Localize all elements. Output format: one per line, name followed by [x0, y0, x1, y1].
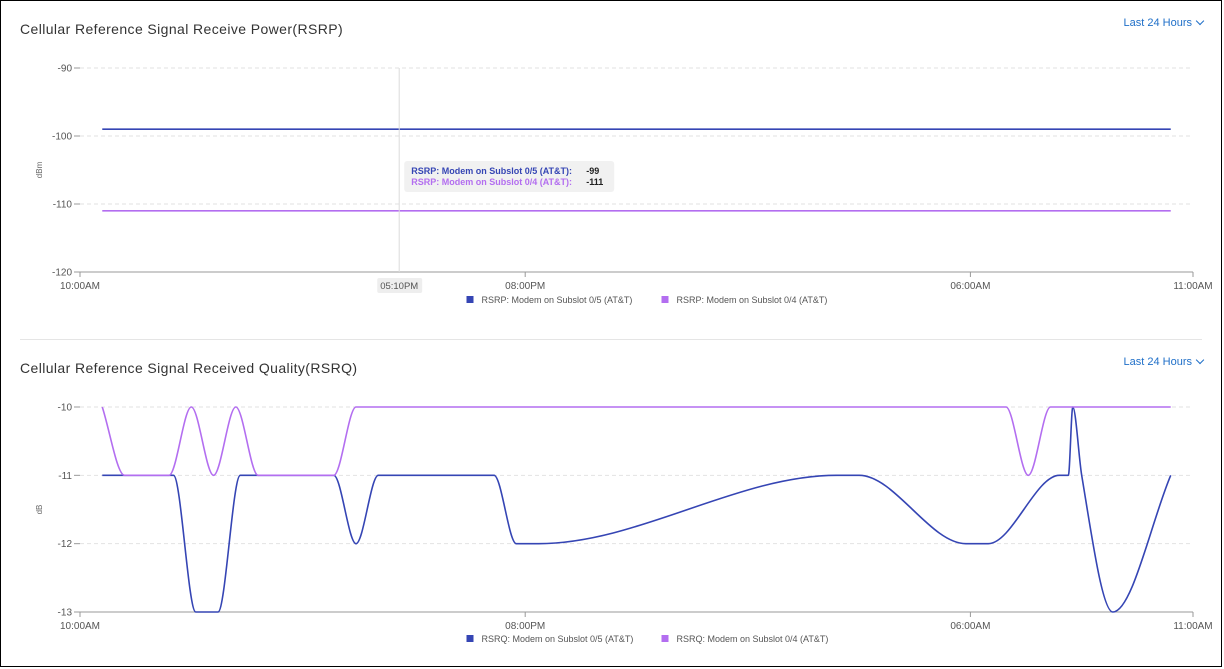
- rsrp-y-tick-label: -100: [52, 132, 72, 143]
- rsrq-series-line-2: [101, 406, 1171, 477]
- rsrq-x-tick-label: 08:00PM: [505, 621, 545, 632]
- rsrp-x-tick-label: 08:00PM: [505, 281, 545, 292]
- rsrq-legend-swatch: [466, 635, 474, 642]
- rsrp-panel: Cellular Reference Signal Receive Power(…: [1, 1, 1223, 339]
- rsrp-y-tick-label: -110: [53, 200, 73, 211]
- rsrp-legend-swatch: [661, 296, 669, 303]
- rsrq-y-tick-label: -10: [58, 403, 73, 414]
- rsrp-x-tick-label: 06:00AM: [950, 281, 990, 292]
- rsrp-tooltip-label: RSRP: Modem on Subslot 0/4 (AT&T):: [411, 177, 572, 187]
- rsrq-legend-label: RSRQ: Modem on Subslot 0/4 (AT&T): [677, 634, 829, 644]
- rsrq-panel: Cellular Reference Signal Received Quali…: [1, 340, 1223, 668]
- rsrq-y-axis-title: dB: [35, 505, 44, 515]
- rsrq-legend-label: RSRQ: Modem on Subslot 0/5 (AT&T): [482, 634, 634, 644]
- rsrq-legend-swatch: [661, 635, 669, 642]
- rsrq-y-tick-label: -12: [58, 539, 73, 550]
- rsrq-x-tick-label: 06:00AM: [950, 621, 990, 632]
- rsrq-y-tick-label: -13: [58, 608, 73, 619]
- dashboard-frame: Cellular Reference Signal Receive Power(…: [0, 0, 1222, 667]
- rsrp-hover-x-label: 05:10PM: [380, 281, 418, 292]
- rsrp-x-tick-label: 10:00AM: [60, 281, 100, 292]
- rsrp-tooltip-label: RSRP: Modem on Subslot 0/5 (AT&T):: [411, 166, 572, 176]
- rsrp-legend-label: RSRP: Modem on Subslot 0/5 (AT&T): [482, 295, 633, 305]
- rsrq-y-tick-label: -11: [58, 471, 72, 482]
- rsrp-tooltip-value: -99: [586, 166, 599, 176]
- rsrp-chart[interactable]: -90 -100 -110 -120 10:00AM 08:00PM 06:00AM 11:0…: [1, 1, 1223, 339]
- rsrp-y-axis-title: dBm: [35, 161, 44, 178]
- rsrq-series-line-1: [102, 406, 1172, 613]
- rsrp-y-tick-label: -90: [58, 64, 73, 75]
- rsrp-tooltip-value: -111: [586, 177, 603, 187]
- rsrq-x-tick-label: 11:00AM: [1173, 621, 1212, 632]
- rsrq-x-tick-label: 10:00AM: [60, 621, 100, 632]
- rsrp-y-tick-label: -120: [52, 268, 72, 279]
- rsrp-x-tick-label: 11:00AM: [1173, 281, 1212, 292]
- rsrq-chart[interactable]: -10 -11 -12 -13 10:00AM 08:00PM 06:00AM 11:00AM…: [1, 340, 1223, 668]
- rsrp-legend-swatch: [466, 296, 474, 303]
- rsrp-legend-label: RSRP: Modem on Subslot 0/4 (AT&T): [677, 295, 828, 305]
